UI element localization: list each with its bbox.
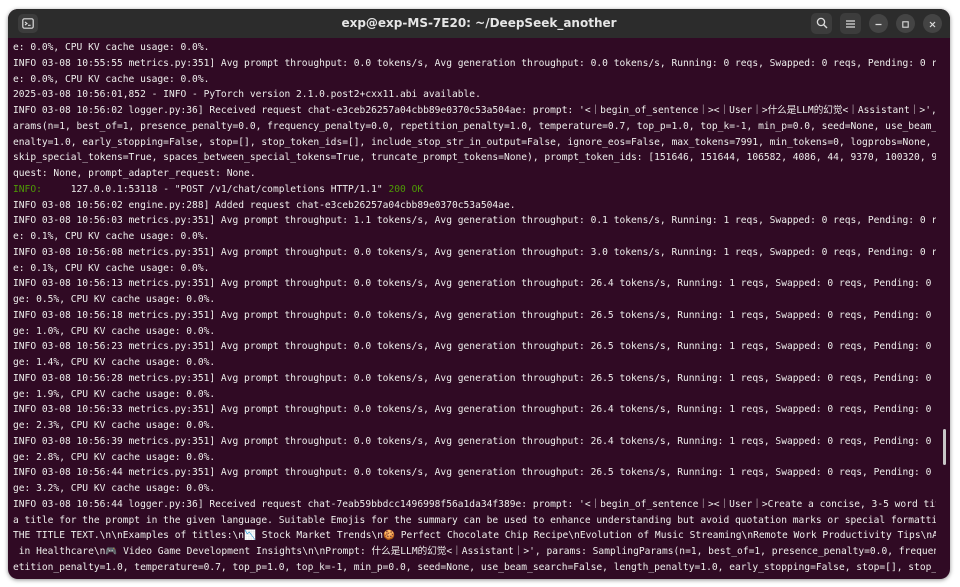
terminal-line: e: 0.1%, CPU KV cache usage: 0.0%. [13, 231, 210, 242]
access-log-line: INFO: 127.0.0.1:53118 - "POST /v1/chat/c… [13, 182, 936, 198]
terminal-line: ge: 1.0%, CPU KV cache usage: 0.0%. [13, 325, 216, 337]
terminal-line: ge: 2.8%, CPU KV cache usage: 0.0%. [13, 451, 216, 463]
terminal-line: INFO 03-08 10:55:55 metrics.py:351] Avg … [13, 57, 936, 69]
log-padding [42, 184, 71, 195]
terminal-line: etition_penalty=1.0, temperature=0.7, to… [13, 561, 936, 573]
terminal-output[interactable]: e: 0.0%, CPU KV cache usage: 0.0%. INFO 0… [13, 38, 936, 579]
terminal-window: exp@exp-MS-7E20: ~/DeepSeek_another e: 0… [8, 9, 950, 579]
minimize-button[interactable] [869, 14, 888, 33]
terminal-line: enalty=1.0, early_stopping=False, stop=[… [13, 136, 932, 148]
terminal-line: e: 0.1%, CPU KV cache usage: 0.0%. [13, 262, 210, 274]
hamburger-icon [845, 14, 856, 33]
terminal-line: e: 0.0%, CPU KV cache usage: 0.0%. [13, 73, 210, 85]
terminal-line: INFO 03-08 10:56:02 engine.py:288] Added… [13, 199, 516, 211]
terminal-line: INFO 03-08 10:56:44 logger.py:36] Receiv… [13, 498, 936, 510]
terminal-line: ge: 2.3%, CPU KV cache usage: 0.0%. [13, 420, 216, 431]
terminal-line: quest: None, prompt_adapter_request: Non… [13, 168, 256, 179]
terminal-line: INFO 03-08 10:56:23 metrics.py:351] Avg … [13, 341, 932, 353]
search-button[interactable] [811, 13, 832, 34]
terminal-line: in Healthcare\n🎮 Video Game Development … [18, 546, 936, 557]
terminal-line: INFO 03-08 10:56:02 logger.py:36] Receiv… [13, 105, 936, 116]
http-status: 200 OK [388, 183, 424, 195]
access-message: 127.0.0.1:53118 - "POST /v1/chat/complet… [70, 183, 389, 195]
terminal-line: INFO 03-08 10:56:28 metrics.py:351] Avg … [13, 372, 932, 384]
close-icon [928, 14, 937, 33]
log-level: INFO: [13, 183, 42, 195]
terminal-line: INFO 03-08 10:56:13 metrics.py:351] Avg … [13, 278, 932, 290]
terminal-line: ge: 0.5%, CPU KV cache usage: 0.0%. [13, 294, 216, 305]
terminal-line: a title for the prompt in the given lang… [13, 514, 936, 526]
close-button[interactable] [923, 14, 942, 33]
new-tab-button[interactable] [18, 14, 38, 33]
menu-button[interactable] [840, 13, 861, 34]
window-title: exp@exp-MS-7E20: ~/DeepSeek_another [341, 16, 617, 30]
terminal-line: ge: 1.4%, CPU KV cache usage: 0.0%. [13, 357, 216, 368]
terminal-line: INFO 03-08 10:56:33 metrics.py:351] Avg … [13, 404, 932, 416]
minimize-icon [874, 14, 883, 33]
maximize-icon [901, 14, 910, 33]
terminal-line: INFO 03-08 10:56:18 metrics.py:351] Avg … [13, 309, 932, 321]
terminal-line: arams(n=1, best_of=1, presence_penalty=0… [13, 120, 936, 132]
terminal-line: 2025-03-08 10:56:01,852 - INFO - PyTorch… [13, 89, 481, 101]
search-icon [816, 14, 828, 33]
title-bar: exp@exp-MS-7E20: ~/DeepSeek_another [8, 9, 950, 38]
terminal-line: skip_special_tokens=True, spaces_between… [13, 152, 936, 164]
terminal-line: INFO 03-08 10:56:03 metrics.py:351] Avg … [13, 215, 936, 227]
terminal-line: INFO 03-08 10:56:39 metrics.py:351] Avg … [13, 435, 932, 447]
terminal-tab-icon [22, 14, 34, 33]
terminal-line: INFO 03-08 10:56:08 metrics.py:351] Avg … [13, 246, 936, 258]
maximize-button[interactable] [896, 14, 915, 33]
scrollbar-thumb[interactable] [943, 429, 946, 465]
terminal-line: e: 0.0%, CPU KV cache usage: 0.0%. [13, 42, 210, 53]
terminal-line: ge: 1.9%, CPU KV cache usage: 0.0%. [13, 388, 216, 400]
terminal-line: THE TITLE TEXT.\n\nExamples of titles:\n… [13, 530, 936, 542]
terminal-line: ge: 3.2%, CPU KV cache usage: 0.0%. [13, 483, 216, 494]
terminal-line: INFO 03-08 10:56:44 metrics.py:351] Avg … [13, 467, 932, 479]
